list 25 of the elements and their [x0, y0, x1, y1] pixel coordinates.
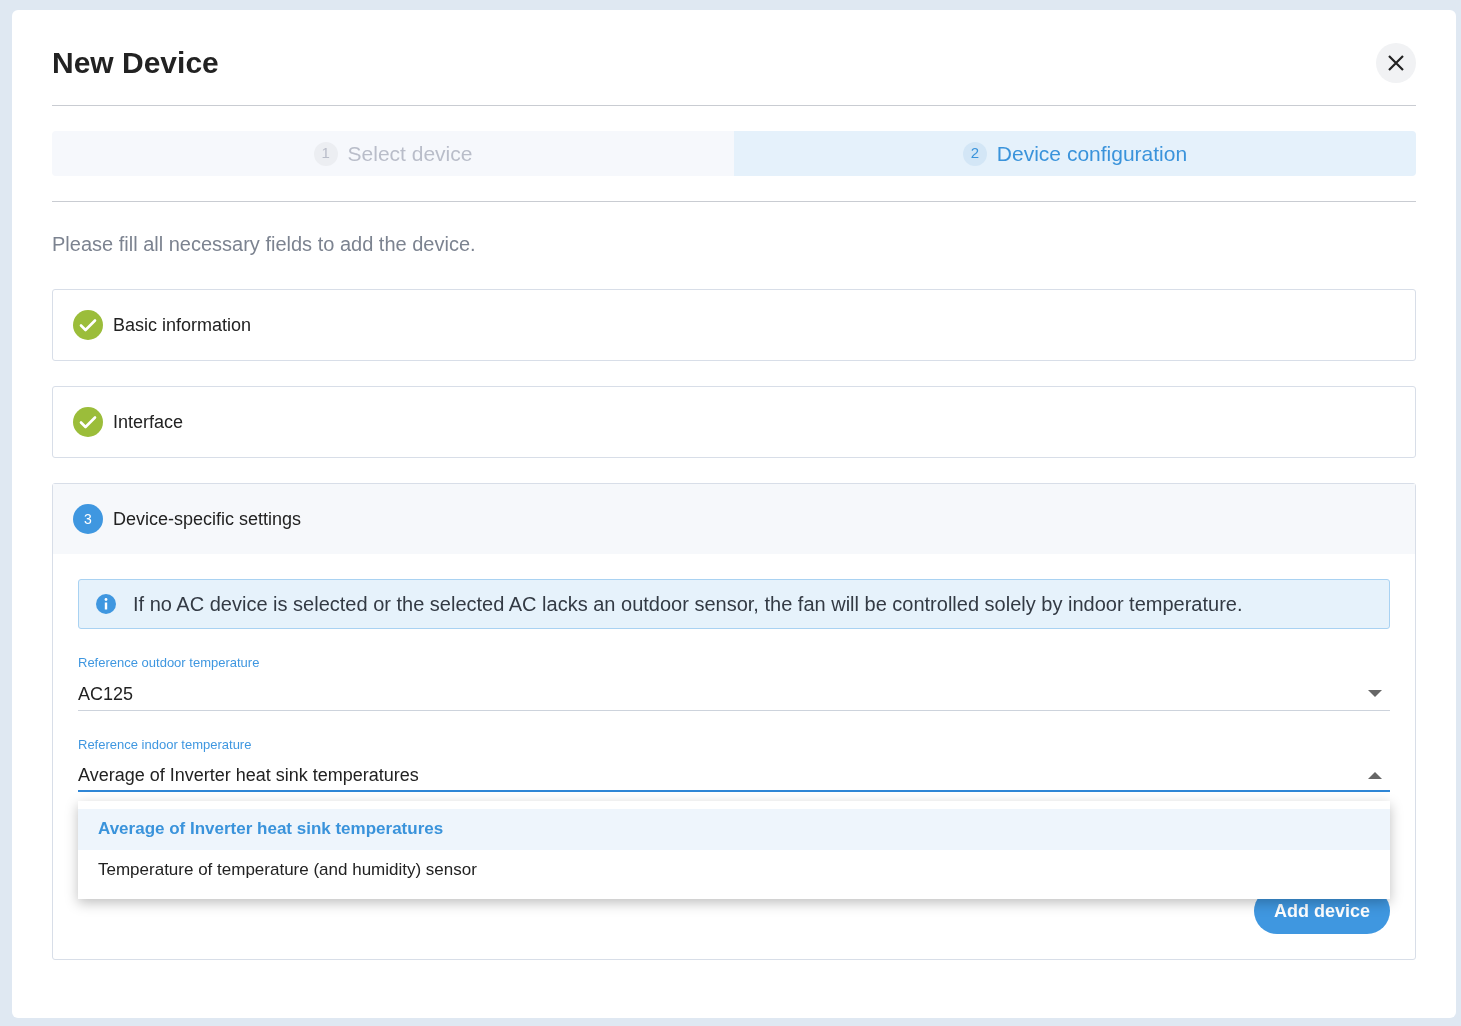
check-circle-icon [73, 310, 103, 340]
section-title: Device-specific settings [113, 507, 302, 531]
select-value: AC125 [78, 682, 134, 706]
section-header[interactable]: 3 Device-specific settings [53, 484, 1415, 554]
step-number-badge: 3 [73, 504, 103, 534]
dialog-title: New Device [52, 45, 219, 81]
info-text: If no AC device is selected or the selected AC lacks an outdoor sensor, the fan will be controlled solely by indoor temperature. [133, 592, 1243, 617]
check-circle-icon [73, 407, 103, 437]
select-value: Average of Inverter heat sink temperatures [78, 763, 419, 787]
close-button[interactable] [1376, 42, 1416, 83]
section-header[interactable]: Interface [53, 387, 1415, 457]
menu-option[interactable]: Temperature of temperature (and humidity) sensor [78, 849, 1390, 891]
field-label: Reference outdoor temperature [78, 654, 261, 672]
instruction-text: Please fill all necessary fields to add the device. [52, 232, 477, 257]
step-number-badge: 2 [962, 141, 987, 166]
caret-up-icon [1368, 771, 1382, 779]
section-title: Basic information [113, 313, 252, 337]
select-field[interactable]: Average of Inverter heat sink temperatures [78, 760, 1390, 792]
close-icon [1388, 54, 1404, 71]
info-icon [95, 593, 117, 615]
section-title: Interface [113, 410, 184, 434]
select-field[interactable]: AC125 [78, 678, 1390, 711]
section-header[interactable]: Basic information [53, 290, 1415, 360]
field-label: Reference indoor temperature [78, 735, 253, 754]
caret-down-icon [1368, 690, 1382, 698]
